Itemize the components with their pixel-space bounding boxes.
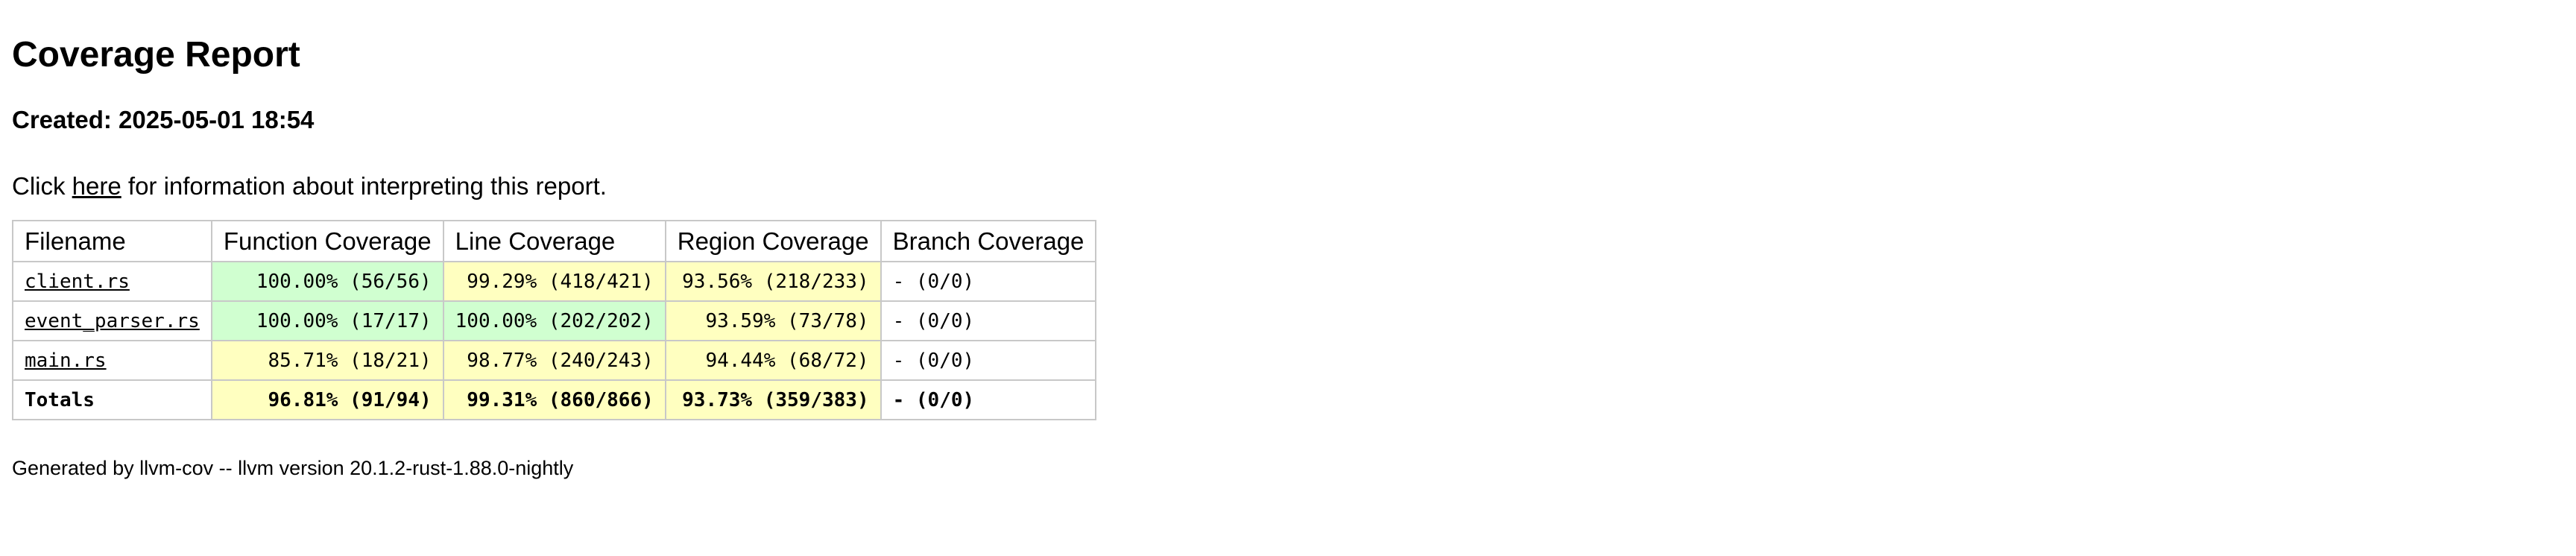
function-coverage-cell: 100.00% (56/56) xyxy=(210,261,444,302)
help-link[interactable]: here xyxy=(72,172,121,200)
region-coverage-cell: 93.59% (73/78) xyxy=(664,300,882,341)
intro-text-after: for information about interpreting this … xyxy=(121,172,607,200)
totals-function-coverage-cell: 96.81% (91/94) xyxy=(210,379,444,420)
function-coverage-cell: 100.00% (17/17) xyxy=(210,300,444,341)
branch-coverage-cell: - (0/0) xyxy=(880,261,1097,302)
created-timestamp: Created: 2025-05-01 18:54 xyxy=(12,106,315,133)
column-header-filename: Filename xyxy=(12,220,212,262)
line-coverage-cell: 99.29% (418/421) xyxy=(442,261,666,302)
coverage-table: Filename Function Coverage Line Coverage… xyxy=(12,220,1097,420)
file-link-main-rs[interactable]: main.rs xyxy=(25,350,107,372)
branch-coverage-cell: - (0/0) xyxy=(880,340,1097,381)
region-coverage-cell: 93.56% (218/233) xyxy=(664,261,882,302)
table-row: client.rs 100.00% (56/56) 99.29% (418/42… xyxy=(12,261,1097,302)
table-row: event_parser.rs 100.00% (17/17) 100.00% … xyxy=(12,300,1097,341)
filename-cell: main.rs xyxy=(12,340,212,381)
branch-coverage-cell: - (0/0) xyxy=(880,300,1097,341)
table-row: main.rs 85.71% (18/21) 98.77% (240/243) … xyxy=(12,340,1097,381)
line-coverage-cell: 98.77% (240/243) xyxy=(442,340,666,381)
file-link-client-rs[interactable]: client.rs xyxy=(25,271,130,293)
totals-region-coverage-cell: 93.73% (359/383) xyxy=(664,379,882,420)
totals-line-coverage-cell: 99.31% (860/866) xyxy=(442,379,666,420)
function-coverage-cell: 85.71% (18/21) xyxy=(210,340,444,381)
totals-branch-coverage-cell: - (0/0) xyxy=(880,379,1097,420)
page-title: Coverage Report xyxy=(12,35,300,75)
intro-text-before: Click xyxy=(12,172,72,200)
totals-label: Totals xyxy=(12,379,212,420)
table-header-row: Filename Function Coverage Line Coverage… xyxy=(12,220,1097,262)
footer-text: Generated by llvm-cov -- llvm version 20… xyxy=(12,457,574,479)
coverage-report-page: Coverage Report Created: 2025-05-01 18:5… xyxy=(0,0,2576,481)
file-link-event-parser-rs[interactable]: event_parser.rs xyxy=(25,310,200,332)
region-coverage-cell: 94.44% (68/72) xyxy=(664,340,882,381)
column-header-function-coverage: Function Coverage xyxy=(210,220,444,262)
column-header-region-coverage: Region Coverage xyxy=(664,220,882,262)
intro-text: Click here for information about interpr… xyxy=(12,170,2564,203)
filename-cell: event_parser.rs xyxy=(12,300,212,341)
column-header-branch-coverage: Branch Coverage xyxy=(880,220,1097,262)
line-coverage-cell: 100.00% (202/202) xyxy=(442,300,666,341)
column-header-line-coverage: Line Coverage xyxy=(442,220,666,262)
filename-cell: client.rs xyxy=(12,261,212,302)
totals-row: Totals 96.81% (91/94) 99.31% (860/866) 9… xyxy=(12,379,1097,420)
